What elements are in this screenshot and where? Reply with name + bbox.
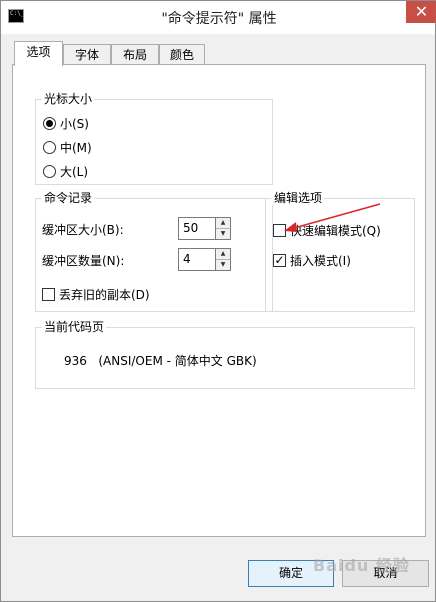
spin-up-icon[interactable]: ▲: [216, 249, 230, 260]
properties-dialog: C:\_ "命令提示符" 属性 ✕ 选项 字体 布局 颜色 光标大小 小(S) …: [0, 0, 436, 602]
buffer-count-label: 缓冲区数量(N):: [42, 254, 125, 268]
quick-edit-checkbox[interactable]: [273, 224, 286, 237]
cursor-size-group: 光标大小 小(S) 中(M) 大(L): [35, 92, 273, 185]
buffer-size-input[interactable]: 50: [178, 217, 216, 240]
options-tab-panel: 光标大小 小(S) 中(M) 大(L) 命令记录 缓冲区大小(B): 50 ▲ …: [12, 64, 426, 537]
title-bar[interactable]: C:\_ "命令提示符" 属性 ✕: [1, 1, 436, 34]
insert-mode-checkbox[interactable]: ✓: [273, 254, 286, 267]
cursor-large-radio[interactable]: [43, 165, 56, 178]
code-page-value: 936 (ANSI/OEM - 简体中文 GBK): [64, 354, 257, 368]
spin-down-icon[interactable]: ▼: [216, 229, 230, 239]
edit-options-group-label: 编辑选项: [272, 191, 325, 205]
tab-options[interactable]: 选项: [14, 41, 63, 66]
buffer-size-spinner[interactable]: ▲ ▼: [215, 217, 231, 240]
cursor-small-radio[interactable]: [43, 117, 56, 130]
quick-edit-label[interactable]: 快速编辑模式(Q): [290, 224, 381, 238]
cursor-small-label[interactable]: 小(S): [60, 117, 89, 131]
tab-layout[interactable]: 布局: [111, 44, 159, 66]
cursor-medium-label[interactable]: 中(M): [60, 141, 92, 155]
cursor-large-label[interactable]: 大(L): [60, 165, 88, 179]
buffer-size-label: 缓冲区大小(B):: [42, 223, 124, 237]
buffer-count-spinner[interactable]: ▲ ▼: [215, 248, 231, 271]
code-page-group-label: 当前代码页: [42, 320, 107, 334]
buffer-count-input[interactable]: 4: [178, 248, 216, 271]
command-history-group-label: 命令记录: [42, 191, 95, 205]
tab-font[interactable]: 字体: [63, 44, 111, 66]
spin-down-icon[interactable]: ▼: [216, 260, 230, 270]
close-button[interactable]: ✕: [406, 1, 436, 23]
tab-colors[interactable]: 颜色: [159, 44, 205, 66]
command-history-group: 命令记录 缓冲区大小(B): 50 ▲ ▼ 缓冲区数量(N): 4 ▲ ▼ 丢弃…: [35, 191, 273, 312]
spin-up-icon[interactable]: ▲: [216, 218, 230, 229]
discard-duplicates-label[interactable]: 丢弃旧的副本(D): [59, 288, 150, 302]
insert-mode-label[interactable]: 插入模式(I): [290, 254, 351, 268]
cursor-medium-radio[interactable]: [43, 141, 56, 154]
code-page-group: 当前代码页 936 (ANSI/OEM - 简体中文 GBK): [35, 320, 415, 389]
edit-options-group: 编辑选项 快速编辑模式(Q) ✓ 插入模式(I): [265, 191, 415, 312]
window-title: "命令提示符" 属性: [161, 11, 277, 27]
cursor-size-group-label: 光标大小: [42, 92, 95, 106]
baidu-watermark: Baidu 经验: [313, 556, 410, 575]
discard-duplicates-checkbox[interactable]: [42, 288, 55, 301]
